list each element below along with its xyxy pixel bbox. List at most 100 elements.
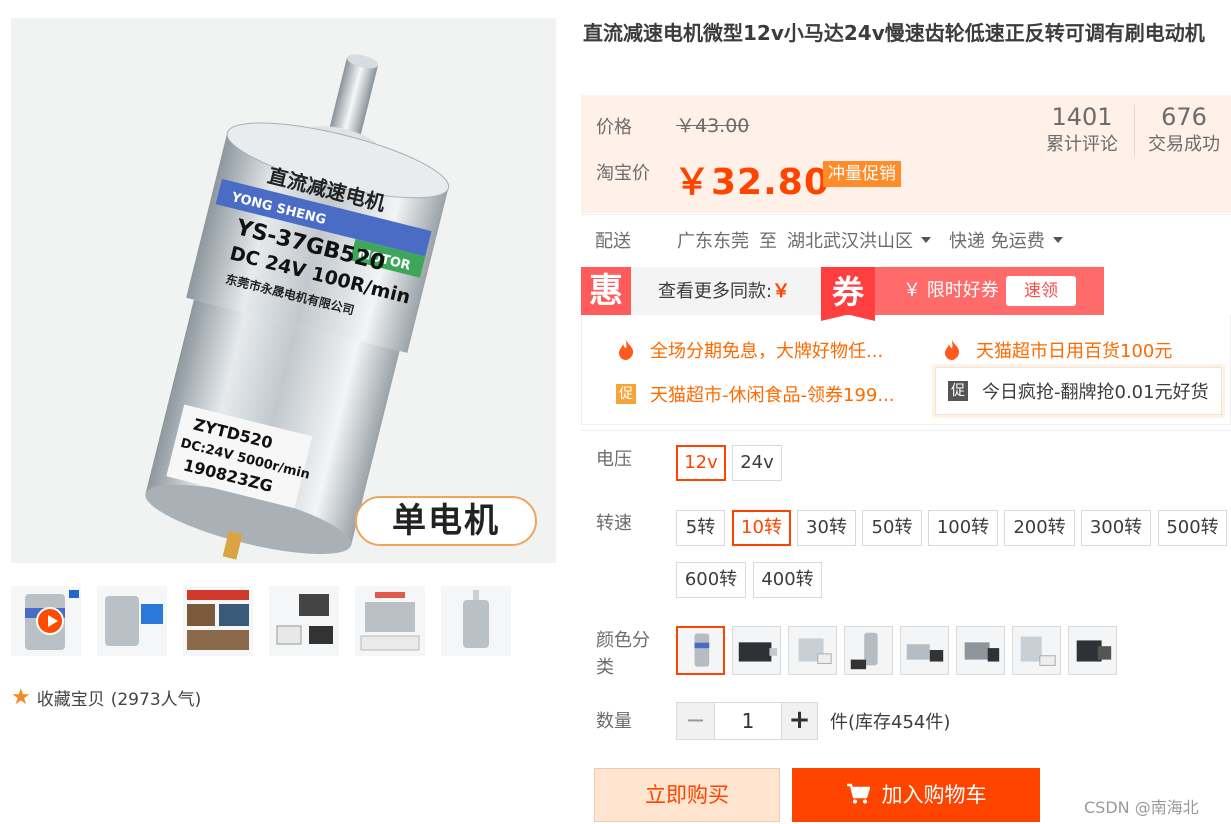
- promotion-bar: 惠 查看更多同款:￥ 券 ￥ 限时好券 速领: [581, 267, 1231, 321]
- speed-option-300[interactable]: 300转: [1081, 510, 1151, 546]
- review-count: 1401: [1051, 103, 1113, 131]
- coupon-list: 全场分期免息，大牌好物任... 天猫超市日用百货100元 促 天猫超市-休闲食品…: [581, 315, 1231, 425]
- flame-icon: [945, 340, 960, 360]
- speed-option-200[interactable]: 200转: [1004, 510, 1075, 546]
- speed-option-500[interactable]: 500转: [1158, 510, 1227, 546]
- sales-count: 676: [1161, 103, 1207, 131]
- yen-icon: ￥: [772, 281, 791, 302]
- motor-illustration: 直流减速电机 YONG SHENG MOTOR YS-37GB520 DC 24…: [145, 54, 450, 560]
- main-product-image[interactable]: 直流减速电机 YONG SHENG MOTOR YS-37GB520 DC 24…: [11, 18, 556, 563]
- voltage-option-24v[interactable]: 24v: [732, 445, 782, 481]
- price-label: 价格: [596, 117, 632, 138]
- watermark: CSDN @南海北: [1084, 798, 1199, 817]
- thumbnail-collage-image: [276, 594, 333, 645]
- coupon-item[interactable]: 天猫超市日用百货100元: [942, 337, 1172, 363]
- coupon-text: 全场分期免息，大牌好物任...: [650, 341, 884, 362]
- thumbnail-strip: [11, 586, 556, 656]
- shipping-select[interactable]: 快递 免运费: [949, 227, 1073, 253]
- price-panel: 价格 ￥43.00 淘宝价 ￥32.80 冲量促销 1401 累计评论 676 …: [581, 95, 1231, 213]
- thumbnail-collage-image: [187, 590, 249, 650]
- voltage-option-12v[interactable]: 12v: [676, 445, 726, 481]
- add-to-cart-button[interactable]: 加入购物车: [792, 768, 1040, 822]
- speed-option-600[interactable]: 600转: [676, 562, 746, 598]
- thumbnail-3[interactable]: [183, 586, 253, 656]
- speed-option-100[interactable]: 100转: [928, 510, 998, 546]
- color-swatch-4[interactable]: [844, 626, 893, 675]
- delivery-origin: 广东东莞: [677, 230, 749, 252]
- color-swatch-5[interactable]: [900, 626, 949, 675]
- color-swatch-3[interactable]: [788, 626, 837, 675]
- thumbnail-diagram-image: [360, 592, 420, 651]
- promo-icon: 促: [616, 384, 636, 404]
- speed-option-5[interactable]: 5转: [676, 510, 725, 546]
- quantity-label: 数量: [596, 711, 632, 732]
- coupon-banner-label: ￥ 限时好券: [903, 280, 999, 301]
- favorite-button[interactable]: ★ 收藏宝贝 (2973人气): [11, 684, 201, 710]
- more-same-label: 查看更多同款:: [658, 281, 773, 302]
- sales-label: 交易成功: [1148, 134, 1220, 155]
- chevron-down-icon: [921, 237, 931, 243]
- promo-badge: 冲量促销: [823, 161, 901, 187]
- swatch-motor-image: [1020, 636, 1056, 666]
- swatch-motor-image: [850, 632, 878, 670]
- destination-select[interactable]: 湖北武汉洪山区: [787, 227, 941, 253]
- quantity-increase-button[interactable]: +: [781, 702, 818, 740]
- product-title: 直流减速电机微型12v小马达24v慢速齿轮低速正反转可调有刷电动机: [583, 21, 1205, 45]
- coupon-text: 今日疯抢-翻牌抢0.01元好货: [982, 382, 1209, 403]
- flame-icon: [619, 340, 634, 360]
- review-label: 累计评论: [1046, 134, 1118, 155]
- swatch-motor-image: [1076, 640, 1112, 662]
- delivery-row: 配送 广东东莞 至 湖北武汉洪山区 快递 免运费: [581, 214, 1231, 264]
- add-to-cart-label: 加入购物车: [881, 783, 987, 807]
- thumbnail-video[interactable]: [11, 586, 81, 656]
- discount-icon: 惠: [581, 267, 631, 315]
- delivery-label: 配送: [595, 230, 631, 252]
- thumbnail-2[interactable]: [97, 586, 167, 656]
- color-swatch-7[interactable]: [1012, 626, 1061, 675]
- color-label: 颜色分类: [596, 627, 650, 681]
- speed-option-10[interactable]: 10转: [732, 510, 791, 546]
- section-divider: [581, 430, 1231, 431]
- more-same-link[interactable]: 查看更多同款:￥: [631, 267, 821, 315]
- destination-value: 湖北武汉洪山区: [787, 230, 913, 252]
- thumbnail-4[interactable]: [269, 586, 339, 656]
- color-swatch-6[interactable]: [956, 626, 1005, 675]
- play-icon[interactable]: [36, 607, 64, 635]
- promo-icon: 促: [948, 381, 968, 401]
- coupon-item[interactable]: 促 天猫超市-休闲食品-领券199...: [616, 381, 895, 407]
- voltage-label: 电压: [596, 449, 632, 470]
- original-price: ￥43.00: [676, 115, 750, 137]
- cart-icon: [846, 783, 870, 804]
- color-swatch-8[interactable]: [1068, 626, 1117, 675]
- speed-option-400[interactable]: 400转: [753, 562, 822, 598]
- swatch-motor-image: [738, 642, 778, 662]
- color-swatch-2[interactable]: [732, 626, 781, 675]
- swatch-motor-image: [906, 644, 944, 662]
- speed-option-30[interactable]: 30转: [797, 510, 856, 546]
- speed-option-50[interactable]: 50转: [862, 510, 922, 546]
- coupon-text: 天猫超市日用百货100元: [976, 341, 1173, 362]
- swatch-motor-image: [798, 638, 832, 664]
- thumbnail-5[interactable]: [355, 586, 425, 656]
- review-stat[interactable]: 1401 累计评论: [1038, 101, 1126, 157]
- coupon-banner[interactable]: 券 ￥ 限时好券 速领: [821, 267, 1104, 321]
- promo-price: ￥32.80: [674, 162, 830, 203]
- thumbnail-motor-image: [463, 590, 489, 648]
- coupon-item[interactable]: 全场分期免息，大牌好物任...: [616, 337, 883, 363]
- shipping-value: 快递 免运费: [949, 230, 1045, 252]
- claim-coupon-button[interactable]: 速领: [1006, 276, 1076, 306]
- quantity-input[interactable]: [714, 702, 782, 740]
- swatch-motor-image: [964, 642, 1000, 662]
- thumbnail-6[interactable]: [441, 586, 511, 656]
- quantity-decrease-button[interactable]: −: [676, 702, 715, 740]
- coupon-item-highlighted[interactable]: 促 今日疯抢-翻牌抢0.01元好货: [935, 367, 1222, 415]
- favorite-label: 收藏宝贝: [36, 689, 105, 710]
- star-icon: ★: [11, 684, 31, 710]
- speed-label: 转速: [596, 513, 632, 534]
- stock-info: 件(库存454件): [830, 712, 951, 733]
- color-swatch-1[interactable]: [676, 626, 725, 675]
- thumbnail-motor-image: [105, 596, 163, 646]
- delivery-to-word: 至: [759, 230, 777, 252]
- color-label-line1: 颜色分: [596, 630, 650, 651]
- buy-now-button[interactable]: 立即购买: [594, 768, 780, 822]
